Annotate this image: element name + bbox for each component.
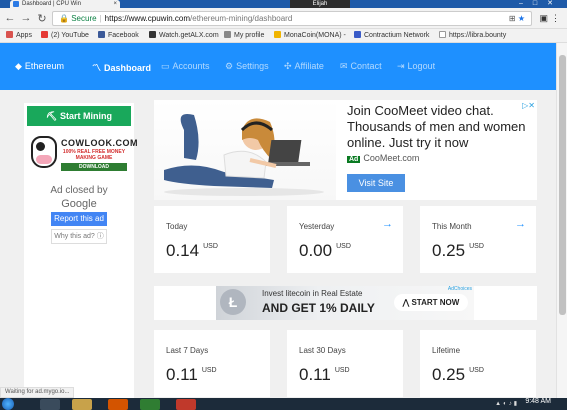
- taskbar-ie-icon[interactable]: [40, 399, 60, 410]
- cow-ad-tagline: 100% REAL FREE MONEY MAKING GAME: [62, 149, 126, 161]
- taskbar-opera-icon[interactable]: [176, 399, 196, 410]
- apps-grid-icon: [6, 31, 13, 38]
- tab-favicon-icon: [13, 1, 19, 7]
- why-this-ad-button[interactable]: Why this ad? ⓘ: [51, 229, 107, 244]
- stat-card-last-30-days: Last 30 Days 0.11 USD: [287, 330, 403, 397]
- monacoin-icon: [274, 31, 281, 38]
- status-bar: Waiting for ad.mygo.io...: [0, 387, 75, 398]
- address-bar-row: ← → ↻ 🔒 Secure | https://www.cpuwin.com/et…: [0, 8, 567, 29]
- windows-taskbar: ▲◐♪▮ 9:48 AM: [0, 398, 567, 410]
- ad-headline[interactable]: Join CooMeet video chat. Thousands of me…: [347, 103, 533, 151]
- envelope-icon: ✉: [340, 61, 348, 71]
- ethereum-icon: ◆: [15, 61, 22, 71]
- window-controls[interactable]: –□✕: [519, 0, 563, 8]
- forward-arrow-icon[interactable]: →: [20, 12, 32, 24]
- coomeet-ad[interactable]: Join CooMeet video chat. Thousands of me…: [154, 100, 537, 200]
- browser-titlebar: Dashboard | CPU Win × Elijah –□✕: [0, 0, 567, 8]
- star-icon[interactable]: ★: [518, 14, 525, 23]
- nav-logout[interactable]: ⇥ Logout: [397, 61, 435, 72]
- adchoices-label[interactable]: AdChoices: [448, 286, 472, 292]
- stat-card-last-7-days: Last 7 Days 0.11 USD: [154, 330, 270, 397]
- stat-card-this-month: This Month 0.25 USD →: [420, 206, 536, 273]
- close-icon[interactable]: ×: [113, 0, 117, 8]
- bookmark-monacoin[interactable]: MonaCoin(MONA) -: [274, 29, 346, 42]
- ad-closed-label: Ad closed by: [50, 185, 108, 196]
- nav-settings[interactable]: ⚙ Settings: [225, 61, 269, 72]
- arrow-right-icon[interactable]: →: [515, 218, 526, 230]
- gear-icon: ⚙: [225, 61, 234, 71]
- reload-icon[interactable]: ↻: [36, 12, 48, 25]
- scrollbar-thumb[interactable]: [559, 55, 566, 315]
- top-navbar: ◆ Ethereum 〽 Dashboard ▭ Accounts ⚙ Settings…: [0, 43, 556, 90]
- bookmarks-bar: Apps (2) YouTube Facebook Watch.getALX.c…: [0, 29, 567, 43]
- page-icon: [149, 31, 156, 38]
- translate-icon[interactable]: ⊞: [509, 14, 516, 23]
- miner-icon: ⛏: [46, 111, 60, 121]
- stat-card-yesterday: Yesterday 0.00 USD →: [287, 206, 403, 273]
- page-viewport: ◆ Ethereum 〽 Dashboard ▭ Accounts ⚙ Settings…: [0, 43, 556, 398]
- ad-image: [154, 100, 336, 200]
- litecoin-icon: Ł: [220, 289, 246, 315]
- taskbar-media-icon[interactable]: [108, 399, 128, 410]
- back-arrow-icon[interactable]: ←: [4, 12, 16, 24]
- cow-ad-title: COWLOOK.COM: [61, 138, 138, 148]
- start-now-button[interactable]: ⋀ START NOW: [394, 294, 468, 311]
- litecoin-banner-card: Ł Invest litecoin in Real Estate AND GET…: [154, 286, 537, 320]
- ad-domain: Ad CooMeet.com: [347, 153, 420, 163]
- secure-label: Secure: [71, 14, 97, 23]
- contractium-icon: [354, 31, 361, 38]
- nav-affiliate[interactable]: ✣ Affiliate: [284, 61, 324, 72]
- sidebar: ⛏ Start Mining COWLOOK.COM 100% REAL FRE…: [24, 103, 138, 398]
- document-icon: [439, 31, 446, 38]
- scrollbar[interactable]: [556, 43, 567, 398]
- windows-start-icon[interactable]: [2, 398, 14, 410]
- taskbar-clock[interactable]: 9:48 AM: [525, 398, 551, 406]
- url-path: /ethereum-mining/dashboard: [190, 14, 293, 23]
- cow-ad-download[interactable]: DOWNLOAD: [61, 163, 127, 171]
- start-mining-button[interactable]: ⛏ Start Mining: [27, 106, 131, 126]
- url-input[interactable]: 🔒 Secure | https://www.cpuwin.com/ethereum…: [52, 11, 532, 26]
- accounts-icon: ▭: [161, 61, 170, 71]
- logout-icon: ⇥: [397, 61, 405, 71]
- cow-face-icon: [31, 136, 57, 168]
- system-tray-icons[interactable]: ▲◐♪▮: [495, 400, 519, 407]
- banner-line2: AND GET 1% DAILY: [262, 301, 375, 315]
- bookmark-my-profile[interactable]: My profile: [224, 29, 264, 42]
- info-icon: ⓘ: [96, 233, 104, 240]
- network-icon: ✣: [284, 61, 292, 71]
- google-logo: Google: [61, 198, 97, 210]
- browser-tab[interactable]: Dashboard | CPU Win ×: [10, 0, 120, 8]
- taskbar-chrome-icon[interactable]: [140, 399, 160, 410]
- bookmark-getalx[interactable]: Watch.getALX.com: [149, 29, 219, 42]
- bookmark-youtube[interactable]: (2) YouTube: [41, 29, 89, 42]
- litecoin-banner-ad[interactable]: Ł Invest litecoin in Real Estate AND GET…: [216, 286, 474, 320]
- banner-line1: Invest litecoin in Real Estate: [262, 289, 363, 298]
- adchoices-icon[interactable]: ▷✕: [522, 101, 535, 110]
- report-ad-button[interactable]: Report this ad: [51, 212, 107, 226]
- tab-title: Dashboard | CPU Win: [22, 1, 81, 7]
- dashboard-icon: 〽: [92, 63, 102, 73]
- brand-link[interactable]: ◆ Ethereum: [15, 61, 64, 72]
- profile-icon: [224, 31, 231, 38]
- url-host: https://www.cpuwin.com: [104, 14, 191, 23]
- visit-site-button[interactable]: Visit Site: [347, 174, 405, 192]
- nav-dashboard[interactable]: 〽 Dashboard: [92, 61, 151, 74]
- arrow-right-icon[interactable]: →: [382, 218, 393, 230]
- nav-contact[interactable]: ✉ Contact: [340, 61, 382, 72]
- user-profile-chip[interactable]: Elijah: [290, 0, 350, 8]
- bookmark-contractium[interactable]: Contractium Network: [354, 29, 429, 42]
- stat-card-today: Today 0.14 USD: [154, 206, 270, 273]
- youtube-icon: [41, 31, 48, 38]
- cowlook-ad[interactable]: COWLOOK.COM 100% REAL FREE MONEY MAKING …: [31, 136, 138, 176]
- bookmark-facebook[interactable]: Facebook: [98, 29, 139, 42]
- taskbar-folder-icon[interactable]: [72, 399, 92, 410]
- facebook-icon: [98, 31, 105, 38]
- woman-laptop-illustration: [164, 114, 324, 196]
- extension-icons[interactable]: ▣⋮: [539, 13, 563, 24]
- bookmark-apps[interactable]: Apps: [6, 29, 32, 42]
- nav-accounts[interactable]: ▭ Accounts: [161, 61, 210, 72]
- stat-card-lifetime: Lifetime 0.25 USD: [420, 330, 536, 397]
- bookmark-libra[interactable]: https://libra.bounty: [439, 29, 506, 42]
- lock-icon: 🔒: [59, 14, 69, 23]
